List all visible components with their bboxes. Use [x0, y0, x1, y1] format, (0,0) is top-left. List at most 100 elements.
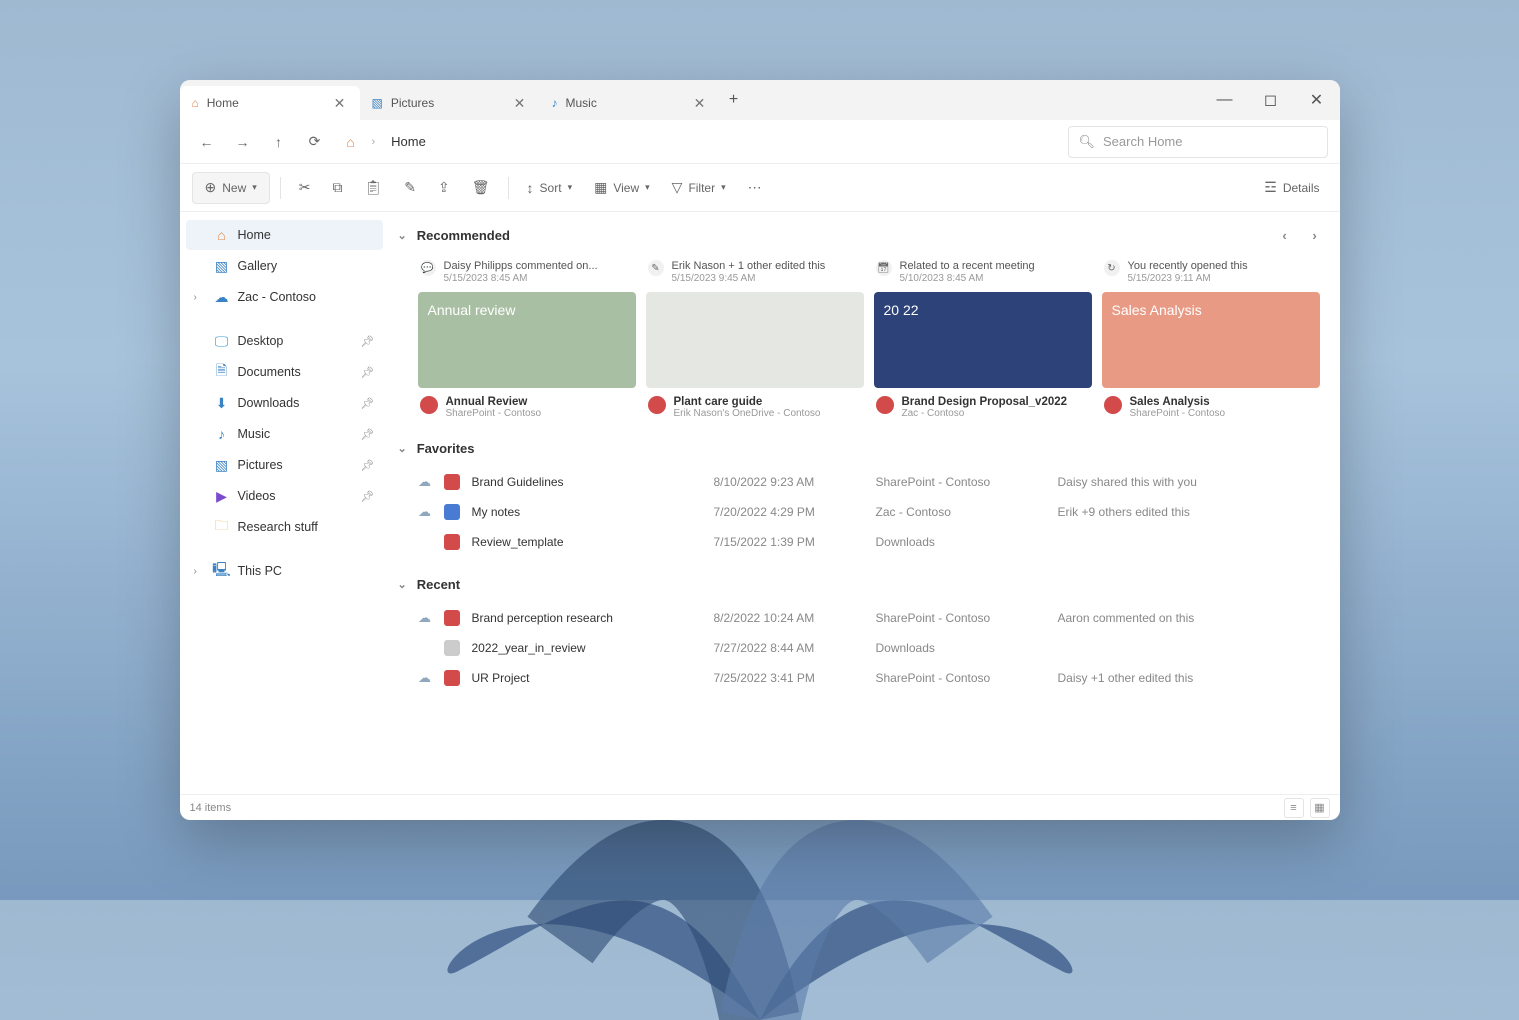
file-row[interactable]: ☁Brand perception research8/2/2022 10:24…: [418, 603, 1328, 633]
section-title: Recent: [417, 577, 460, 592]
address-path[interactable]: Home: [381, 126, 1061, 158]
copy-button[interactable]: ⧉: [325, 172, 351, 204]
sidebar-item-label: Downloads: [238, 396, 300, 410]
recommended-card[interactable]: ↻You recently opened this5/15/2023 9:11 …: [1102, 256, 1320, 419]
collapse-icon[interactable]: ⌄: [398, 578, 407, 591]
details-button[interactable]: ☲ Details: [1256, 172, 1327, 204]
card-thumbnail: 20 22: [874, 292, 1092, 388]
favorites-rows: ☁Brand Guidelines8/10/2022 9:23 AMShareP…: [394, 463, 1328, 569]
sidebar-item-thispc[interactable]: ›🖳 This PC: [186, 556, 383, 586]
file-row[interactable]: ☁Brand Guidelines8/10/2022 9:23 AMShareP…: [418, 467, 1328, 497]
card-title: Annual Review: [446, 396, 542, 408]
search-placeholder: Search Home: [1103, 134, 1182, 149]
status-bar: 14 items ≡ ▦: [180, 794, 1340, 820]
section-title: Recommended: [417, 228, 510, 243]
chevron-right-icon[interactable]: ›: [194, 292, 206, 303]
sidebar-item-onedrive[interactable]: ›☁ Zac - Contoso: [186, 282, 383, 312]
sidebar-item-gallery[interactable]: ▧ Gallery: [186, 251, 383, 281]
collapse-icon[interactable]: ⌄: [398, 442, 407, 455]
card-title: Sales Analysis: [1130, 396, 1226, 408]
sidebar-item-pictures[interactable]: ▧ Pictures 📌︎: [186, 450, 383, 480]
back-button[interactable]: ←: [192, 127, 222, 157]
delete-button[interactable]: 🗑︎: [464, 172, 498, 204]
sidebar-item-desktop[interactable]: 🖵 Desktop 📌︎: [186, 326, 383, 356]
section-header-recent: ⌄ Recent: [394, 569, 1328, 599]
avatar: [876, 396, 894, 414]
carousel-prev-button[interactable]: ‹: [1272, 222, 1298, 248]
up-button[interactable]: ↑: [264, 127, 294, 157]
list-view-button[interactable]: ≡: [1284, 798, 1304, 818]
collapse-icon[interactable]: ⌄: [398, 229, 407, 242]
chevron-right-icon: ›: [372, 136, 376, 148]
refresh-button[interactable]: ⟳: [300, 127, 330, 157]
folder-icon: 🗀: [214, 519, 230, 535]
recommended-cards: 💬Daisy Philipps commented on...5/15/2023…: [394, 250, 1328, 433]
file-activity: Aaron commented on this: [1058, 611, 1195, 625]
pin-icon: 📌︎: [361, 428, 375, 441]
file-type-icon: [444, 534, 460, 550]
music-icon: ♪: [552, 96, 558, 110]
recommended-card[interactable]: 📅︎Related to a recent meeting5/10/2023 8…: [874, 256, 1092, 419]
view-button[interactable]: ▦ View ▾: [586, 172, 658, 204]
search-input[interactable]: 🔍︎ Search Home: [1068, 126, 1328, 158]
sidebar-item-documents[interactable]: 🗎 Documents 📌︎: [186, 357, 383, 387]
chevron-right-icon[interactable]: ›: [194, 566, 206, 577]
cloud-status-icon: ☁: [418, 504, 432, 520]
close-icon[interactable]: ✕: [332, 95, 348, 112]
new-button[interactable]: ⊕ New ▾: [192, 172, 270, 204]
carousel-next-button[interactable]: ›: [1302, 222, 1328, 248]
tab-home[interactable]: ⌂ Home ✕: [180, 86, 360, 120]
minimize-button[interactable]: —: [1202, 80, 1248, 120]
cut-button[interactable]: ✂: [291, 172, 319, 204]
chevron-down-icon: ▾: [645, 182, 650, 193]
more-button[interactable]: ⋯: [740, 172, 770, 204]
filter-button[interactable]: ▽ Filter ▾: [664, 172, 734, 204]
file-location: SharePoint - Contoso: [876, 671, 1046, 685]
new-tab-button[interactable]: +: [720, 91, 748, 109]
file-row[interactable]: ☁UR Project7/25/2022 3:41 PMSharePoint -…: [418, 663, 1328, 693]
item-count: 14 items: [190, 802, 232, 814]
sidebar-item-label: Music: [238, 427, 271, 441]
section-title: Favorites: [417, 441, 475, 456]
sidebar-item-label: Research stuff: [238, 520, 318, 534]
activity-time: 5/10/2023 8:45 AM: [900, 273, 1035, 284]
maximize-button[interactable]: ◻: [1248, 80, 1294, 120]
home-nav-button[interactable]: ⌂: [336, 127, 366, 157]
tab-pictures[interactable]: ▧ Pictures ✕: [360, 86, 540, 120]
new-label: New: [222, 181, 246, 195]
file-row[interactable]: Review_template7/15/2022 1:39 PMDownload…: [418, 527, 1328, 557]
cloud-status-icon: ☁: [418, 474, 432, 490]
file-row[interactable]: ☁My notes7/20/2022 4:29 PMZac - ContosoE…: [418, 497, 1328, 527]
sidebar-item-downloads[interactable]: ⬇ Downloads 📌︎: [186, 388, 383, 418]
activity-time: 5/15/2023 8:45 AM: [444, 273, 598, 284]
close-window-button[interactable]: ✕: [1294, 80, 1340, 120]
sidebar-item-research[interactable]: 🗀 Research stuff: [186, 512, 383, 542]
file-type-icon: [444, 474, 460, 490]
close-icon[interactable]: ✕: [512, 95, 528, 112]
filter-icon: ▽: [672, 179, 683, 196]
details-label: Details: [1283, 181, 1320, 195]
share-button[interactable]: ⇪: [430, 172, 458, 204]
recommended-card[interactable]: ✎Erik Nason + 1 other edited this5/15/20…: [646, 256, 864, 419]
file-row[interactable]: 2022_year_in_review7/27/2022 8:44 AMDown…: [418, 633, 1328, 663]
close-icon[interactable]: ✕: [692, 95, 708, 112]
forward-button[interactable]: →: [228, 127, 258, 157]
file-date: 7/20/2022 4:29 PM: [714, 505, 864, 519]
rename-button[interactable]: ✎: [396, 172, 424, 204]
paste-button[interactable]: 📋︎: [357, 172, 391, 204]
sort-button[interactable]: ↕ Sort ▾: [519, 172, 581, 204]
sidebar-item-home[interactable]: ⌂ Home: [186, 220, 383, 250]
grid-view-button[interactable]: ▦: [1310, 798, 1330, 818]
sidebar-item-videos[interactable]: ▶ Videos 📌︎: [186, 481, 383, 511]
recommended-card[interactable]: 💬Daisy Philipps commented on...5/15/2023…: [418, 256, 636, 419]
paste-icon: 📋︎: [365, 179, 383, 196]
sidebar-item-music[interactable]: ♪ Music 📌︎: [186, 419, 383, 449]
documents-icon: 🗎: [214, 364, 230, 380]
file-name: My notes: [472, 505, 702, 519]
tab-music[interactable]: ♪ Music ✕: [540, 86, 720, 120]
avatar: [420, 396, 438, 414]
view-icon: ▦: [594, 179, 607, 196]
music-icon: ♪: [214, 426, 230, 442]
activity-text: Daisy Philipps commented on...: [444, 260, 598, 273]
card-location: Erik Nason's OneDrive - Contoso: [674, 408, 821, 419]
